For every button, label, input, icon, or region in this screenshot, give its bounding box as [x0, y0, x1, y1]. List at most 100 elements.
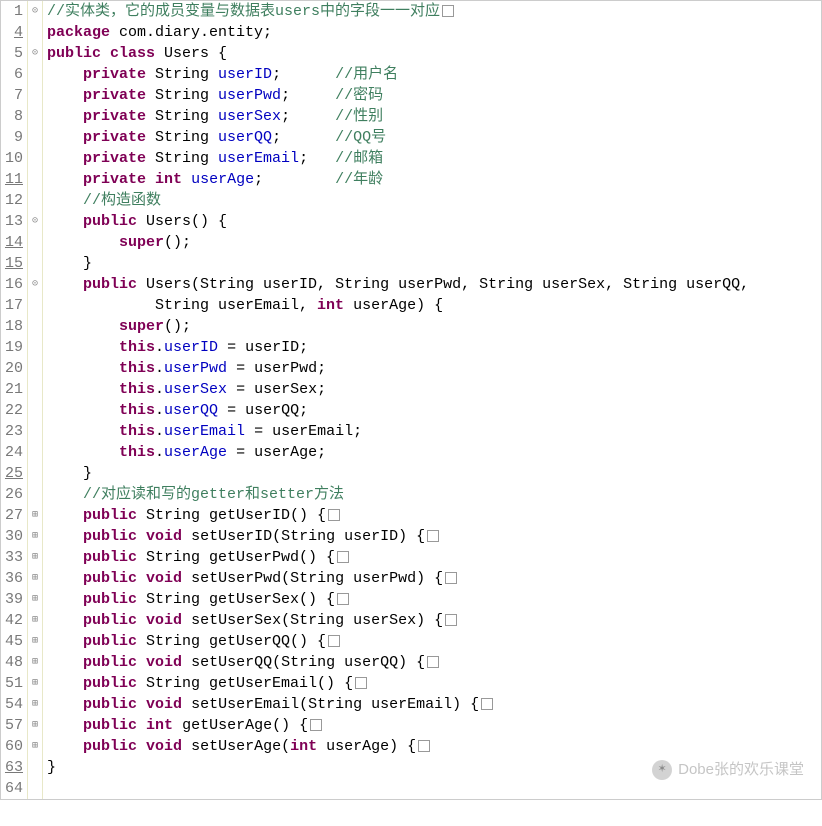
folded-block-icon[interactable]: [427, 656, 439, 668]
comment-token: //性别: [335, 108, 383, 125]
folded-block-icon[interactable]: [337, 593, 349, 605]
text-token: }: [47, 759, 56, 776]
code-line: this.userPwd = userPwd;: [47, 358, 821, 379]
text-token: [47, 654, 83, 671]
fold-marker[interactable]: ⊞: [28, 526, 42, 547]
code-line: public class Users {: [47, 43, 821, 64]
text-token: ();: [164, 234, 191, 251]
text-token: [47, 402, 119, 419]
line-number: 22: [3, 400, 25, 421]
text-token: ();: [164, 318, 191, 335]
keyword-token: this: [119, 381, 155, 398]
field-token: userAge: [191, 171, 254, 188]
keyword-token: private: [83, 150, 146, 167]
fold-marker: [28, 337, 42, 358]
text-token: userAge) {: [344, 297, 443, 314]
code-line: public void setUserAge(int userAge) {: [47, 736, 821, 757]
folded-block-icon[interactable]: [418, 740, 430, 752]
line-number: 27: [3, 505, 25, 526]
line-number: 54: [3, 694, 25, 715]
fold-marker[interactable]: ⊞: [28, 547, 42, 568]
text-token: setUserID(String userID) {: [182, 528, 425, 545]
field-token: userPwd: [218, 87, 281, 104]
line-number: 51: [3, 673, 25, 694]
line-number: 8: [3, 106, 25, 127]
code-line: }: [47, 463, 821, 484]
code-line: this.userSex = userSex;: [47, 379, 821, 400]
line-number: 26: [3, 484, 25, 505]
text-token: [47, 129, 83, 146]
fold-marker: [28, 190, 42, 211]
text-token: [47, 423, 119, 440]
code-line: public String getUserPwd() {: [47, 547, 821, 568]
folded-block-icon[interactable]: [445, 614, 457, 626]
field-token: userID: [218, 66, 272, 83]
text-token: getUserAge() {: [173, 717, 308, 734]
keyword-token: public: [83, 612, 137, 629]
fold-marker: [28, 232, 42, 253]
code-line: public String getUserQQ() {: [47, 631, 821, 652]
keyword-token: void: [146, 528, 182, 545]
text-token: [47, 444, 119, 461]
fold-marker[interactable]: ⊞: [28, 589, 42, 610]
text-token: [47, 87, 83, 104]
code-line: private int userAge; //年龄: [47, 169, 821, 190]
line-number: 21: [3, 379, 25, 400]
line-number: 7: [3, 85, 25, 106]
fold-marker[interactable]: ⊞: [28, 505, 42, 526]
text-token: String getUserEmail() {: [137, 675, 353, 692]
keyword-token: void: [146, 654, 182, 671]
fold-marker[interactable]: ⊞: [28, 673, 42, 694]
folded-block-icon[interactable]: [310, 719, 322, 731]
text-token: [47, 360, 119, 377]
fold-marker[interactable]: ⊝: [28, 274, 42, 295]
fold-marker[interactable]: ⊞: [28, 631, 42, 652]
text-token: [137, 612, 146, 629]
text-token: [47, 150, 83, 167]
keyword-token: private: [83, 87, 146, 104]
keyword-token: public: [83, 570, 137, 587]
keyword-token: public: [83, 717, 137, 734]
fold-marker[interactable]: ⊞: [28, 736, 42, 757]
fold-marker[interactable]: ⊞: [28, 652, 42, 673]
folded-block-icon[interactable]: [328, 635, 340, 647]
folded-block-icon[interactable]: [445, 572, 457, 584]
comment-token: //密码: [335, 87, 383, 104]
text-token: String getUserSex() {: [137, 591, 335, 608]
fold-marker[interactable]: ⊝: [28, 43, 42, 64]
comment-token: //QQ号: [335, 129, 386, 146]
text-token: }: [47, 255, 92, 272]
code-line: this.userEmail = userEmail;: [47, 421, 821, 442]
field-token: userQQ: [218, 129, 272, 146]
fold-marker: [28, 757, 42, 778]
fold-marker: [28, 253, 42, 274]
fold-marker[interactable]: ⊞: [28, 610, 42, 631]
keyword-token: public: [83, 633, 137, 650]
text-token: setUserAge(: [182, 738, 290, 755]
folded-block-icon[interactable]: [328, 509, 340, 521]
code-line: public String getUserEmail() {: [47, 673, 821, 694]
fold-marker[interactable]: ⊞: [28, 715, 42, 736]
fold-marker: [28, 421, 42, 442]
code-line: public String getUserID() {: [47, 505, 821, 526]
folded-block-icon[interactable]: [427, 530, 439, 542]
text-token: [47, 276, 83, 293]
folded-block-icon[interactable]: [337, 551, 349, 563]
keyword-token: this: [119, 444, 155, 461]
text-token: [137, 738, 146, 755]
fold-marker[interactable]: ⊝: [28, 1, 42, 22]
folded-block-icon[interactable]: [442, 5, 454, 17]
fold-marker: [28, 484, 42, 505]
fold-marker[interactable]: ⊝: [28, 211, 42, 232]
text-token: [47, 108, 83, 125]
folded-block-icon[interactable]: [481, 698, 493, 710]
fold-marker[interactable]: ⊞: [28, 694, 42, 715]
fold-marker[interactable]: ⊞: [28, 568, 42, 589]
code-line: public Users(String userID, String userP…: [47, 274, 821, 295]
text-token: ;: [272, 129, 335, 146]
text-token: String: [146, 129, 218, 146]
keyword-token: int: [290, 738, 317, 755]
code-line: private String userID; //用户名: [47, 64, 821, 85]
text-token: [137, 696, 146, 713]
folded-block-icon[interactable]: [355, 677, 367, 689]
